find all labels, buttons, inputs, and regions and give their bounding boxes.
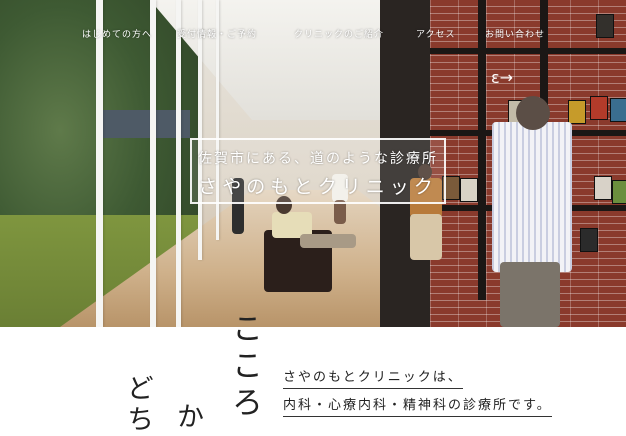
hero-book bbox=[590, 96, 608, 120]
hero-book bbox=[612, 180, 626, 204]
nav-item-contact[interactable]: お問い合わせ bbox=[485, 27, 545, 40]
hero-window-mullion bbox=[96, 0, 103, 327]
hero-image: 佐賀市にある、道のような診療所 さやのもとクリニック ε→ bbox=[0, 0, 626, 327]
nav-item-reception[interactable]: 受付情報・ご予約 bbox=[177, 27, 257, 40]
hero-book bbox=[460, 178, 478, 202]
hero-book bbox=[568, 100, 586, 124]
tagline-vertical-col1: こころ bbox=[226, 312, 262, 423]
hero-window-mullion bbox=[150, 0, 156, 327]
intro-line-1: さやのもとクリニックは、 bbox=[283, 366, 463, 389]
intro-line-2-text: 内科・心療内科・精神科の診療所です。 bbox=[283, 398, 552, 417]
hero-book bbox=[610, 98, 626, 122]
clinic-name: さやのもとクリニック bbox=[198, 176, 438, 198]
clinic-sign: 佐賀市にある、道のような診療所 さやのもとクリニック bbox=[190, 138, 446, 204]
hero-shelf bbox=[430, 48, 626, 54]
tagline-vertical-col3: どち bbox=[122, 374, 153, 436]
nav-item-access[interactable]: アクセス bbox=[416, 27, 456, 40]
exit-sign: ε→ bbox=[491, 68, 514, 87]
hero-shelf-post bbox=[478, 0, 486, 300]
hero-book bbox=[594, 176, 612, 200]
intro-line-2: 内科・心療内科・精神科の診療所です。 bbox=[283, 394, 552, 417]
nav-item-clinic-intro[interactable]: クリニックのご紹介 bbox=[294, 27, 384, 40]
global-nav: はじめての方へ 受付情報・ご予約 クリニックのご紹介 アクセス お問い合わせ bbox=[0, 27, 626, 41]
hero-book bbox=[580, 228, 598, 252]
clinic-tagline: 佐賀市にある、道のような診療所 bbox=[198, 151, 438, 167]
tagline-vertical-col2: か bbox=[172, 402, 203, 429]
intro-line-1-text: さやのもとクリニックは、 bbox=[283, 370, 463, 389]
nav-item-first-visit[interactable]: はじめての方へ bbox=[82, 27, 152, 40]
hero-window-mullion bbox=[176, 0, 181, 327]
